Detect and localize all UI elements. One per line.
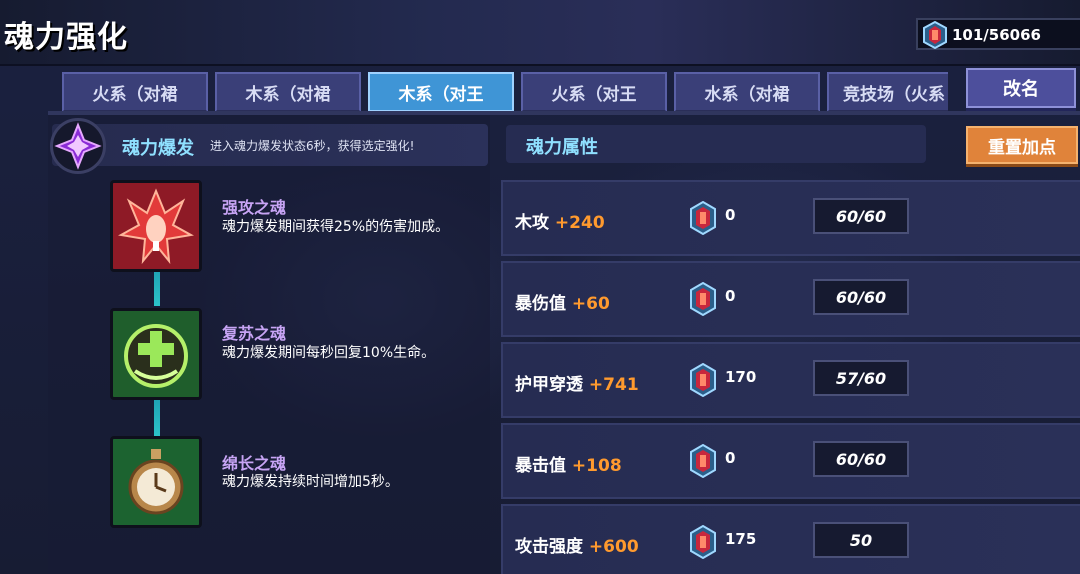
attribute-level-input[interactable]: 60/60 [813, 279, 909, 315]
attribute-cost: 0 [725, 206, 736, 224]
green-heal-cross-icon [113, 311, 199, 397]
attribute-name: 木攻 [515, 213, 549, 233]
tab-fire-vs-mobs[interactable]: 火系（对裙 [62, 72, 208, 112]
tab-wood-vs-mobs[interactable]: 木系（对裙 [215, 72, 361, 112]
skill-3-name: 绵长之魂 [222, 454, 287, 473]
skill-1-name: 强攻之魂 [222, 198, 287, 217]
purple-crystal-icon [50, 118, 106, 174]
attribute-bonus: +60 [571, 294, 610, 314]
attribute-cost: 0 [725, 449, 736, 467]
soul-burst-title: 魂力爆发 [122, 138, 194, 159]
reset-points-button[interactable]: 重置加点 [966, 126, 1078, 164]
currency-display: 101/56066 [916, 18, 1080, 50]
skill-3-description: 魂力爆发持续时间增加5秒。 [222, 474, 399, 490]
attribute-name: 暴伤值 [515, 294, 566, 314]
attribute-bonus: +240 [554, 213, 605, 233]
attribute-level-input[interactable]: 60/60 [813, 198, 909, 234]
red-flame-creature-icon [113, 183, 199, 269]
skill-2-description: 魂力爆发期间每秒回复10%生命。 [222, 345, 436, 361]
skill-1-box[interactable] [110, 180, 202, 272]
skill-connector [154, 400, 160, 436]
soul-gem-icon [689, 524, 717, 563]
attribute-row: 木攻 +240 0 60/60 [501, 180, 1080, 256]
attribute-label: 攻击强度 +600 [515, 532, 639, 557]
skill-2-name: 复苏之魂 [222, 324, 287, 343]
attribute-level-input[interactable]: 60/60 [813, 441, 909, 477]
loadout-tabs: 火系（对裙 木系（对裙 木系（对王 火系（对王 水系（对裙 竞技场（火系 [62, 72, 948, 112]
skill-connector [154, 270, 160, 306]
top-header: 魂力强化 101/56066 [0, 0, 1080, 66]
attribute-label: 护甲穿透 +741 [515, 370, 639, 395]
attribute-name: 暴击值 [515, 456, 566, 476]
attribute-bonus: +600 [588, 537, 639, 557]
attribute-row: 暴伤值 +60 0 60/60 [501, 261, 1080, 337]
soul-gem-icon [922, 20, 948, 53]
skill-2-box[interactable] [110, 308, 202, 400]
attribute-row: 攻击强度 +600 175 50 [501, 504, 1080, 574]
soul-gem-icon [689, 443, 717, 482]
soul-burst-description: 进入魂力爆发状态6秒，获得选定强化! [210, 139, 415, 153]
attribute-label: 暴伤值 +60 [515, 289, 610, 314]
pocket-watch-icon [113, 439, 199, 525]
tab-fire-vs-boss[interactable]: 火系（对王 [521, 72, 667, 112]
attribute-cost: 170 [725, 368, 757, 386]
page-title: 魂力强化 [4, 20, 128, 55]
attribute-name: 攻击强度 [515, 537, 583, 557]
currency-value: 101/56066 [952, 26, 1041, 44]
tab-arena-fire[interactable]: 竞技场（火系 [827, 72, 948, 112]
tab-water-vs-mobs[interactable]: 水系（对裙 [674, 72, 820, 112]
soul-gem-icon [689, 362, 717, 401]
skill-1-description: 魂力爆发期间获得25%的伤害加成。 [222, 219, 450, 235]
attribute-label: 暴击值 +108 [515, 451, 622, 476]
attribute-row: 暴击值 +108 0 60/60 [501, 423, 1080, 499]
soul-gem-icon [689, 200, 717, 239]
attribute-level-input[interactable]: 50 [813, 522, 909, 558]
tab-wood-vs-boss[interactable]: 木系（对王 [368, 72, 514, 112]
attribute-cost: 0 [725, 287, 736, 305]
attributes-title: 魂力属性 [526, 137, 598, 158]
attribute-bonus: +741 [588, 375, 639, 395]
attribute-cost: 175 [725, 530, 757, 548]
attribute-label: 木攻 +240 [515, 208, 605, 233]
soul-gem-icon [689, 281, 717, 320]
attribute-name: 护甲穿透 [515, 375, 583, 395]
attribute-level-input[interactable]: 57/60 [813, 360, 909, 396]
attribute-bonus: +108 [571, 456, 622, 476]
skill-3-box[interactable] [110, 436, 202, 528]
attribute-row: 护甲穿透 +741 170 57/60 [501, 342, 1080, 418]
rename-button[interactable]: 改名 [966, 68, 1076, 108]
